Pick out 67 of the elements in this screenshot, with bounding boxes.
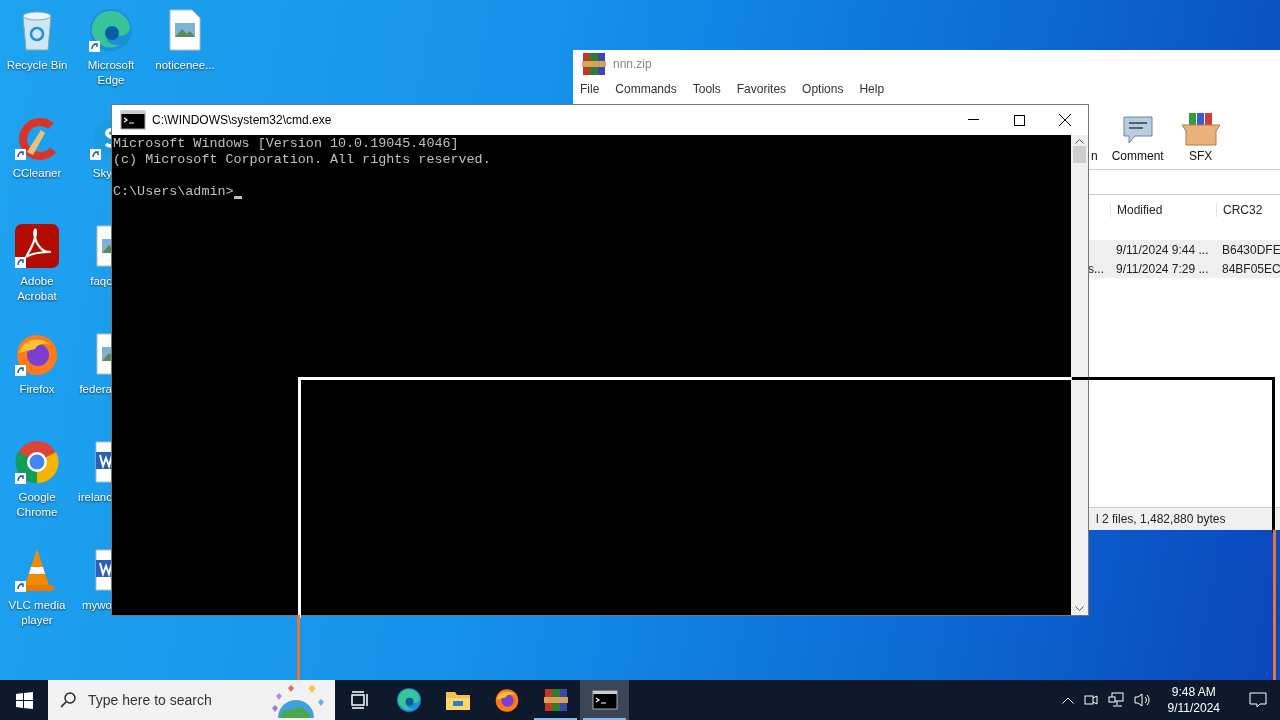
box-books-icon [1179, 111, 1222, 147]
console-prompt: C:\Users\admin> [113, 184, 234, 200]
toolbar-label: n [1091, 149, 1098, 163]
edge-icon [395, 687, 422, 713]
column-header[interactable]: CRC32 [1216, 203, 1280, 217]
speech-bubble-icon [1249, 692, 1267, 708]
image-file-icon [168, 9, 202, 51]
network-icon[interactable] [1107, 692, 1124, 708]
task-view-icon [349, 691, 370, 709]
toolbar-button[interactable]: SFX [1177, 111, 1224, 163]
menu-item[interactable]: Help [859, 82, 885, 96]
menu-item[interactable]: Favorites [736, 82, 787, 96]
speaker-icon[interactable] [1133, 692, 1152, 708]
console-line: Microsoft Windows [Version 10.0.19045.4046] [113, 136, 459, 152]
desktop-icon-label[interactable]: Firefox [19, 382, 55, 397]
maximize-icon [1013, 114, 1025, 126]
scrollbar[interactable] [1071, 135, 1088, 615]
menu-item[interactable]: Tools [692, 82, 721, 96]
status-text: l 2 files, 1,482,880 bytes [1095, 512, 1227, 526]
desktop-icon-label[interactable]: CCleaner [12, 166, 62, 181]
camera-icon[interactable] [1083, 692, 1098, 708]
menu-item[interactable]: Commands [615, 82, 677, 96]
taskbar-app-button[interactable] [580, 680, 629, 720]
firefox-icon [493, 687, 520, 713]
console-line: (c) Microsoft Corporation. All rights reserved. [113, 152, 491, 168]
window-title: C:\WINDOWS\system32\cmd.exe [152, 113, 332, 127]
table-cell-text: 9/11/2024 7:29 ... [1115, 261, 1210, 276]
console-icon [120, 110, 146, 130]
minimize-icon [967, 119, 979, 121]
menu-item[interactable]: File [580, 82, 600, 96]
text-cursor [233, 196, 242, 199]
acrobat-icon [14, 223, 60, 269]
table-cell-text: s... [1088, 261, 1105, 276]
toolbar-button[interactable]: Comment [1111, 113, 1164, 163]
archive-books-icon [542, 687, 569, 713]
folder-icon [444, 689, 471, 711]
desktop-icon-label[interactable]: Sky [92, 166, 112, 181]
desktop-icon-label[interactable]: federa [79, 382, 112, 397]
windows-logo-icon [15, 691, 33, 709]
edge-icon [88, 7, 134, 53]
scroll-up-icon [1075, 138, 1084, 144]
close-icon [1059, 114, 1071, 126]
window-title: nnn.zip [613, 57, 652, 71]
clock[interactable]: 9:48 AM 9/11/2024 [1161, 684, 1226, 716]
archive-books-icon [581, 51, 607, 77]
table-cell-text: B6430DFE [1221, 242, 1280, 257]
desktop-icon-label[interactable]: noticenee... [155, 58, 215, 73]
desktop-icon-label[interactable]: mywo [81, 598, 112, 613]
desktop-icon-label[interactable]: Adobe Acrobat [1, 274, 73, 304]
chrome-icon [14, 439, 60, 485]
search-icon [60, 692, 76, 708]
desktop-icon-label[interactable]: Microsoft Edge [75, 58, 147, 88]
search-bar[interactable]: Type here to search [48, 680, 335, 720]
chevron-up-icon[interactable] [1061, 696, 1074, 704]
table-cell-text: 84BF05EC [1221, 261, 1280, 276]
menu-item[interactable]: Options [802, 82, 844, 96]
scroll-thumb[interactable] [1073, 146, 1086, 163]
desktop-icon-label[interactable]: VLC media player [1, 598, 73, 628]
console-icon [591, 690, 618, 710]
scroll-down-icon [1075, 606, 1084, 612]
search-input[interactable]: Type here to search [86, 691, 250, 709]
table-cell-text: 9/11/2024 9:44 ... [1115, 242, 1210, 257]
column-header[interactable]: Modified [1110, 203, 1216, 217]
desktop-icon-label[interactable]: irelanc [78, 490, 112, 505]
desktop-icon-label[interactable]: Google Chrome [1, 490, 73, 520]
desktop-icon-label[interactable]: Recycle Bin [6, 58, 68, 73]
desktop-icon-label[interactable]: faqc [90, 274, 112, 289]
